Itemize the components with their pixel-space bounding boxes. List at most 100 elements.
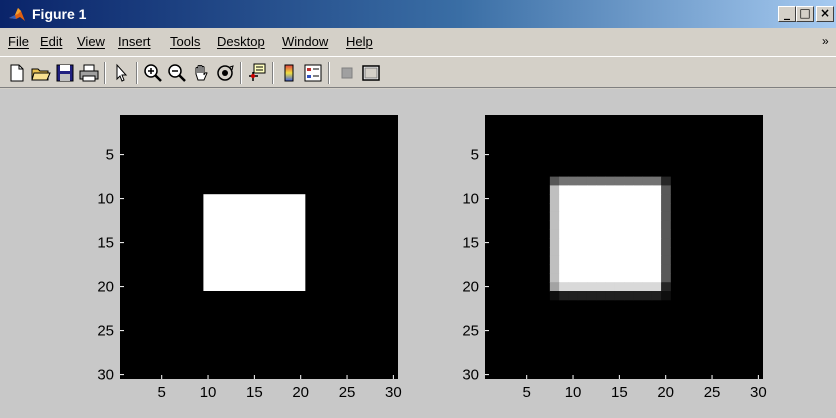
image-pixel (549, 229, 560, 239)
open-folder-icon[interactable] (30, 62, 52, 84)
image-pixel (642, 176, 653, 186)
image-pixel (661, 264, 671, 274)
image-pixel (568, 238, 579, 248)
image-pixel (633, 220, 644, 230)
image-pixel (549, 247, 560, 257)
image-pixel (614, 176, 625, 186)
zoom-in-icon[interactable] (142, 62, 164, 84)
image-pixel (549, 185, 560, 195)
x-tick-label: 5 (523, 384, 531, 401)
toolbar (0, 56, 836, 88)
image-pixel (614, 291, 625, 301)
image-pixel (577, 238, 588, 248)
image-pixel (605, 211, 616, 222)
print-icon[interactable] (78, 62, 100, 84)
image-pixel (596, 203, 606, 213)
image-pixel (633, 194, 644, 204)
zoom-out-icon[interactable] (166, 62, 188, 84)
image-axes-left[interactable]: 5 10 15 20 25 30 5 10 15 20 25 30 (97, 103, 402, 413)
image-pixel (642, 238, 653, 248)
image-pixel (651, 247, 662, 257)
save-disk-icon[interactable] (54, 62, 76, 84)
rotate-3d-icon[interactable] (214, 62, 236, 84)
y-tick-label: 5 (471, 147, 479, 164)
image-pixel (633, 176, 644, 186)
image-pixel (633, 291, 644, 301)
image-pixel (549, 282, 560, 292)
figure-canvas[interactable]: 5 10 15 20 25 30 5 10 15 20 25 30 5 10 15 20 25 30 5 10 15 2… (0, 89, 836, 418)
image-pixel (577, 291, 588, 301)
menu-help[interactable]: Help (346, 34, 373, 50)
menu-edit[interactable]: Edit (40, 34, 62, 50)
maximize-button[interactable]: □ (796, 6, 814, 22)
pan-hand-icon[interactable] (190, 62, 212, 84)
show-plot-tools-icon[interactable] (360, 62, 382, 84)
image-pixel (596, 247, 606, 257)
pointer-arrow-icon[interactable] (110, 62, 132, 84)
image-pixel (661, 194, 671, 204)
image-pixel (586, 247, 597, 257)
insert-legend-icon[interactable] (302, 62, 324, 84)
data-cursor-icon[interactable] (246, 62, 268, 84)
title-bar[interactable]: Figure 1 _ □ × (0, 0, 836, 28)
new-figure-icon[interactable] (6, 62, 28, 84)
image-pixel (642, 229, 653, 239)
hide-plot-tools-icon[interactable] (336, 62, 358, 84)
image-pixel (605, 255, 616, 266)
image-pixel (559, 264, 569, 274)
figure-window: Figure 1 _ □ × File Edit View Insert Too… (0, 0, 836, 418)
image-pixel (596, 211, 606, 222)
image-pixel (661, 247, 671, 257)
image-pixel (586, 194, 597, 204)
image-pixel (596, 220, 606, 230)
x-tick-label: 15 (611, 384, 628, 401)
image-pixel (624, 282, 634, 292)
menu-file[interactable]: File (8, 34, 29, 50)
image-pixel (624, 273, 634, 283)
menu-window[interactable]: Window (282, 34, 328, 50)
image-pixel (596, 185, 606, 195)
image-pixel (651, 291, 662, 301)
image-pixel (559, 291, 569, 301)
image-pixel (559, 238, 569, 248)
x-tick-label: 5 (158, 384, 166, 401)
y-tick-label: 10 (97, 191, 114, 208)
image-pixel (568, 291, 579, 301)
menu-tools[interactable]: Tools (170, 34, 200, 50)
image-pixel (586, 220, 597, 230)
image-pixel (642, 220, 653, 230)
x-tick-label: 10 (200, 384, 217, 401)
menu-desktop[interactable]: Desktop (217, 34, 265, 50)
image-pixel (549, 194, 560, 204)
image-pixel (642, 203, 653, 213)
minimize-button[interactable]: _ (778, 6, 796, 22)
y-tick-label: 25 (462, 323, 479, 340)
image-pixel (661, 282, 671, 292)
image-pixel (586, 291, 597, 301)
menu-overflow-arrow[interactable]: » (822, 34, 829, 48)
image-pixel (633, 211, 644, 222)
insert-colorbar-icon[interactable] (278, 62, 300, 84)
image-pixel (596, 229, 606, 239)
image-pixel (651, 255, 662, 266)
image-pixel (605, 220, 616, 230)
close-button[interactable]: × (816, 6, 834, 22)
image-pixel (568, 282, 579, 292)
x-tick-label: 20 (657, 384, 674, 401)
image-axes-right[interactable]: 5 10 15 20 25 30 5 10 15 20 25 30 (462, 103, 792, 413)
image-pixel (586, 273, 597, 283)
menu-view[interactable]: View (77, 34, 105, 50)
image-pixel (642, 282, 653, 292)
x-tick-label: 30 (385, 384, 402, 401)
menu-insert[interactable]: Insert (118, 34, 151, 50)
image-pixel (661, 203, 671, 213)
image-pixel (605, 203, 616, 213)
image-pixel (651, 211, 662, 222)
image-pixel (568, 247, 579, 257)
image-pixel (596, 273, 606, 283)
image-pixel (559, 203, 569, 213)
image-pixel (577, 247, 588, 257)
image-pixel (661, 220, 671, 230)
toolbar-separator (328, 62, 330, 84)
image-pixel (586, 282, 597, 292)
